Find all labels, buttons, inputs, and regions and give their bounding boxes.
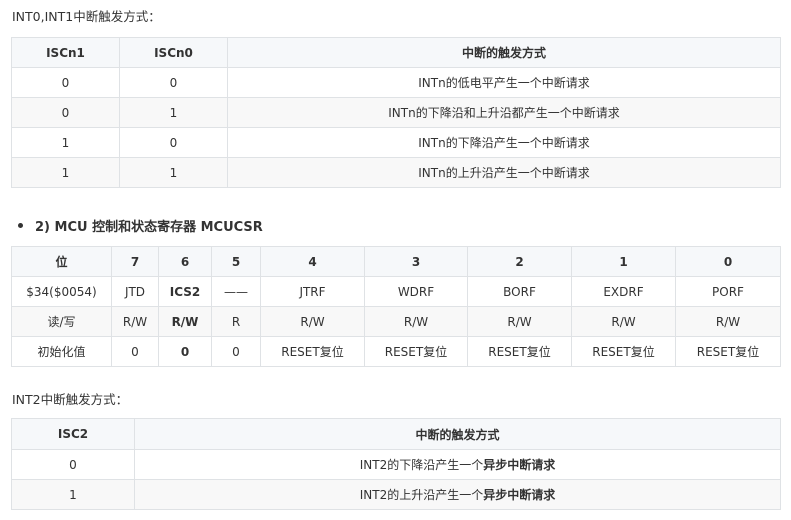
cell: INTn的下降沿产生一个中断请求 — [227, 127, 781, 158]
cell: JTRF — [260, 276, 365, 307]
cell: 读/写 — [11, 306, 112, 337]
header-bit3: 3 — [364, 246, 468, 277]
cell-text: INT2的上升沿产生一个 — [359, 488, 484, 502]
table-row: 初始化值 0 0 0 RESET复位 RESET复位 RESET复位 RESET… — [11, 336, 781, 367]
cell: RESET复位 — [571, 336, 676, 367]
cell: BORF — [467, 276, 572, 307]
table-row: 读/写 R/W R/W R R/W R/W R/W R/W R/W — [11, 306, 781, 337]
cell: RESET复位 — [364, 336, 468, 367]
cell: JTD — [111, 276, 159, 307]
cell: 0 — [158, 336, 212, 367]
cell: 0 — [11, 67, 120, 98]
cell: INTn的下降沿和上升沿都产生一个中断请求 — [227, 97, 781, 128]
header-bit0: 0 — [675, 246, 781, 277]
cell: PORF — [675, 276, 781, 307]
int2-trigger-table: ISC2 中断的触发方式 0 INT2的下降沿产生一个异步中断请求 1 INT2… — [11, 418, 781, 510]
cell: 0 — [119, 127, 228, 158]
cell-bold-text: 异步中断请求 — [483, 488, 556, 502]
cell: RESET复位 — [260, 336, 365, 367]
table-row: $34($0054) JTD ICS2 —— JTRF WDRF BORF EX… — [11, 276, 781, 307]
header-trigger-mode: 中断的触发方式 — [227, 37, 781, 68]
bullet-icon — [18, 223, 23, 228]
table-row: 1 0 INTn的下降沿产生一个中断请求 — [11, 127, 781, 158]
table-row: 0 0 INTn的低电平产生一个中断请求 — [11, 67, 781, 98]
cell: R/W — [260, 306, 365, 337]
header-iscn0: ISCn0 — [119, 37, 228, 68]
cell: RESET复位 — [467, 336, 572, 367]
cell: R — [211, 306, 261, 337]
header-bit5: 5 — [211, 246, 261, 277]
cell: $34($0054) — [11, 276, 112, 307]
table-row: 0 INT2的下降沿产生一个异步中断请求 — [11, 449, 781, 480]
cell: 0 — [111, 336, 159, 367]
header-bit6: 6 — [158, 246, 212, 277]
cell: INTn的上升沿产生一个中断请求 — [227, 157, 781, 188]
cell: R/W — [111, 306, 159, 337]
cell: INT2的下降沿产生一个异步中断请求 — [134, 449, 781, 480]
header-bit2: 2 — [467, 246, 572, 277]
cell: 0 — [11, 449, 135, 480]
cell: 0 — [11, 97, 120, 128]
cell: RESET复位 — [675, 336, 781, 367]
cell: EXDRF — [571, 276, 676, 307]
int01-title: INT0,INT1中断触发方式： — [12, 9, 161, 24]
cell: 初始化值 — [11, 336, 112, 367]
cell: 1 — [119, 157, 228, 188]
cell-text: INT2的下降沿产生一个 — [359, 458, 484, 472]
header-iscn1: ISCn1 — [11, 37, 120, 68]
header-trigger-mode: 中断的触发方式 — [134, 418, 781, 450]
cell: 0 — [211, 336, 261, 367]
header-bit4: 4 — [260, 246, 365, 277]
cell: 1 — [11, 157, 120, 188]
cell: 1 — [11, 127, 120, 158]
cell: R/W — [364, 306, 468, 337]
int2-title: INT2中断触发方式： — [12, 392, 129, 407]
header-bit: 位 — [11, 246, 112, 277]
mcucsr-heading: 2) MCU 控制和状态寄存器 MCUCSR — [18, 216, 263, 235]
table-row: 1 1 INTn的上升沿产生一个中断请求 — [11, 157, 781, 188]
header-isc2: ISC2 — [11, 418, 135, 450]
cell: WDRF — [364, 276, 468, 307]
int01-trigger-table: ISCn1 ISCn0 中断的触发方式 0 0 INTn的低电平产生一个中断请求… — [11, 37, 781, 188]
header-bit1: 1 — [571, 246, 676, 277]
cell: 1 — [119, 97, 228, 128]
cell: INT2的上升沿产生一个异步中断请求 — [134, 479, 781, 510]
table-row: 0 1 INTn的下降沿和上升沿都产生一个中断请求 — [11, 97, 781, 128]
cell: R/W — [571, 306, 676, 337]
mcucsr-heading-text: 2) MCU 控制和状态寄存器 MCUCSR — [35, 220, 263, 235]
cell: —— — [211, 276, 261, 307]
table-row: 1 INT2的上升沿产生一个异步中断请求 — [11, 479, 781, 510]
cell: R/W — [158, 306, 212, 337]
cell-bold-text: 异步中断请求 — [483, 458, 556, 472]
mcucsr-register-table: 位 7 6 5 4 3 2 1 0 $34($0054) JTD ICS2 ——… — [11, 246, 781, 367]
cell: R/W — [675, 306, 781, 337]
cell: INTn的低电平产生一个中断请求 — [227, 67, 781, 98]
header-bit7: 7 — [111, 246, 159, 277]
cell: R/W — [467, 306, 572, 337]
cell: 0 — [119, 67, 228, 98]
cell: ICS2 — [158, 276, 212, 307]
cell: 1 — [11, 479, 135, 510]
